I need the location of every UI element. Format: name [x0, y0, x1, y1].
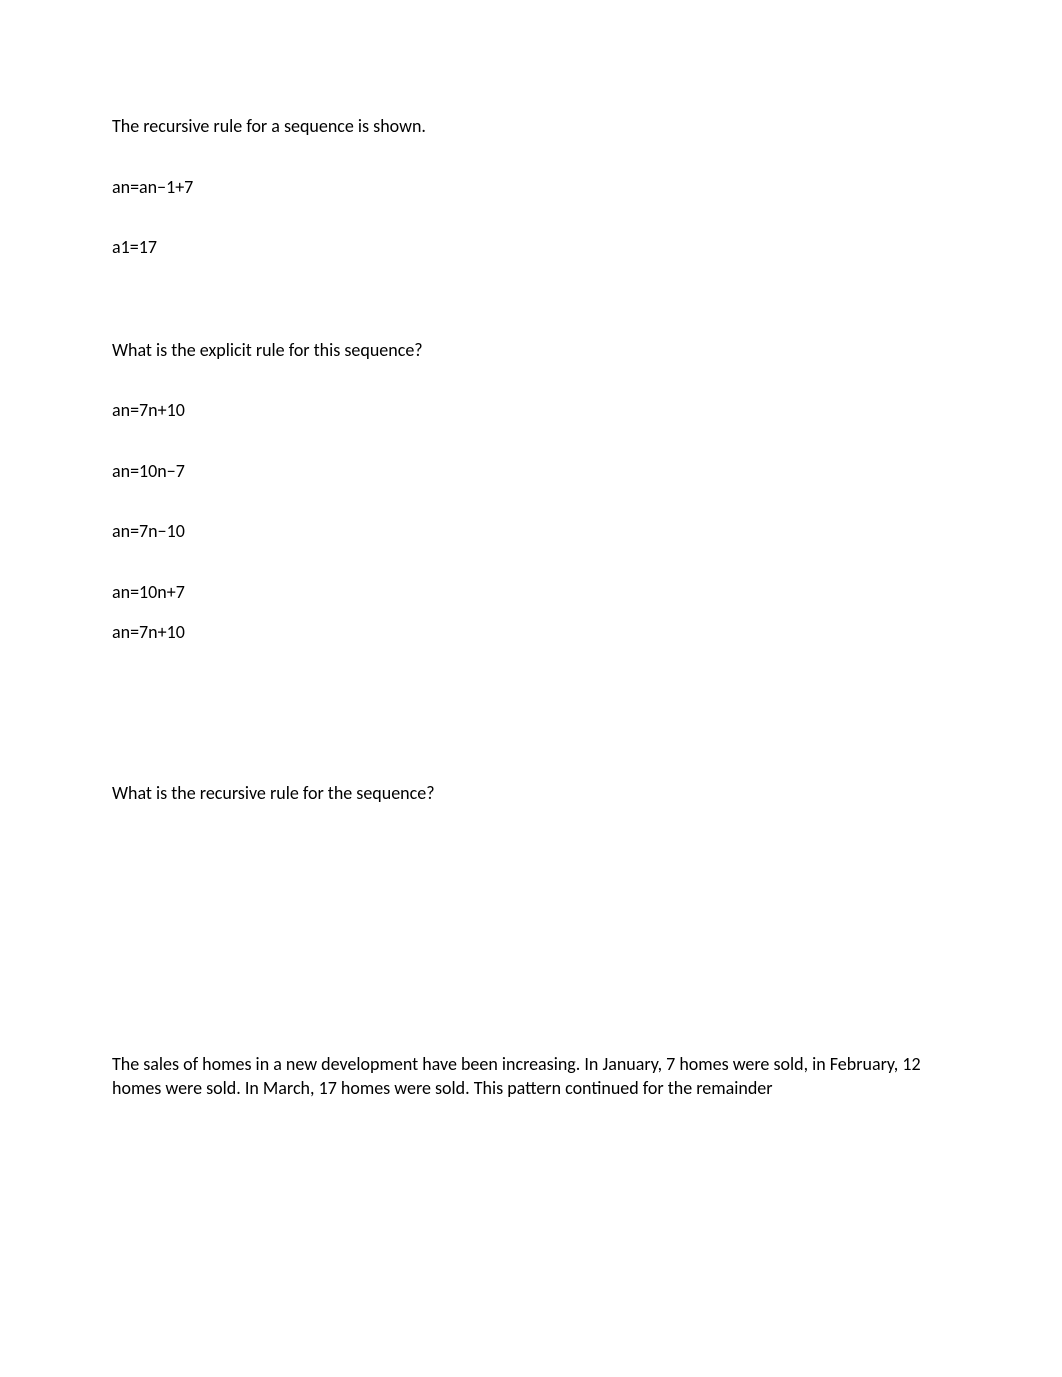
q1-intro: The recursive rule for a sequence is sho…	[112, 115, 952, 138]
q1-prompt: What is the explicit rule for this seque…	[112, 339, 952, 362]
document-content: The recursive rule for a sequence is sho…	[0, 0, 1062, 1101]
q1-option-2: an=10n−7	[112, 460, 952, 483]
q1-initial-term: a1=17	[112, 236, 952, 259]
q1-option-4: an=10n+7	[112, 581, 952, 604]
q1-recursive-rule: an=an−1+7	[112, 176, 952, 199]
q3-text: The sales of homes in a new development …	[112, 1052, 952, 1101]
q1-option-1: an=7n+10	[112, 399, 952, 422]
q1-option-3: an=7n−10	[112, 520, 952, 543]
q1-option-5: an=7n+10	[112, 621, 952, 644]
q2-prompt: What is the recursive rule for the seque…	[112, 782, 952, 805]
